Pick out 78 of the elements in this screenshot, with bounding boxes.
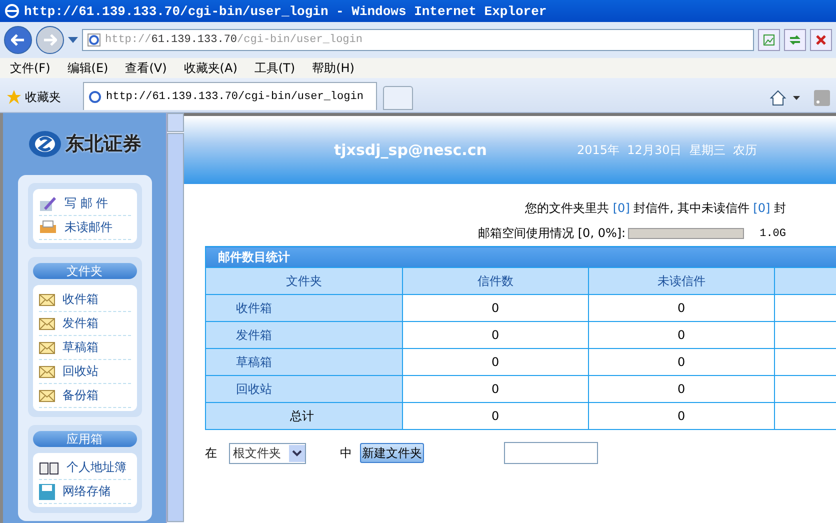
- pen-icon: [38, 194, 56, 212]
- table-cell: 0: [588, 348, 774, 376]
- envelope-icon: [38, 366, 54, 378]
- close-icon: [816, 35, 826, 45]
- address-field[interactable]: http://61.139.133.70/cgi-bin/user_login: [82, 29, 754, 51]
- table-cell: 0: [402, 348, 588, 376]
- folder-cell: 收件箱: [206, 294, 402, 322]
- forward-button[interactable]: [36, 26, 64, 54]
- table-cell: 0: [588, 376, 774, 402]
- envelope-icon: [38, 390, 54, 402]
- sidebar-item[interactable]: 写 邮 件: [38, 192, 130, 216]
- table-cell: 0: [402, 322, 588, 348]
- sidebar-item[interactable]: 未读邮件: [38, 216, 130, 240]
- envelope-icon: [38, 342, 54, 354]
- compatibility-view-button[interactable]: [758, 29, 780, 51]
- right-arrow-icon: [43, 34, 57, 46]
- section-title: 文件夹: [32, 263, 136, 279]
- sidebar-item[interactable]: 个人地址簿: [38, 456, 130, 480]
- menu-item[interactable]: 文件(F): [10, 60, 50, 76]
- refresh-button[interactable]: [784, 29, 806, 51]
- table-title: 邮件数目统计: [206, 246, 836, 268]
- sidebar-item[interactable]: 网络存储: [38, 480, 130, 504]
- sidebar-item[interactable]: 回收站: [38, 360, 130, 384]
- usage-label: 邮箱空间使用情况 [0, 0%]:: [478, 225, 626, 242]
- envelope-icon: [38, 294, 54, 306]
- form-label: 中: [340, 444, 352, 462]
- envelope-icon: [38, 318, 54, 330]
- user-email: tjxsdj_sp@nesc.cn: [334, 141, 488, 159]
- folder-cell: 回收站: [206, 376, 402, 402]
- folder-cell: 发件箱: [206, 322, 402, 348]
- date-text: 2015年 12月30日 星期三 农历: [577, 142, 757, 158]
- capacity-text: 1.0G: [760, 228, 786, 240]
- menu-item[interactable]: 收藏夹(A): [184, 60, 238, 76]
- folder-name-field[interactable]: [504, 442, 598, 464]
- sidebar-item[interactable]: 草稿箱: [38, 336, 130, 360]
- form-label: 在: [205, 444, 217, 462]
- table-cell: 0: [402, 402, 588, 430]
- sidebar-item[interactable]: 发件箱: [38, 312, 130, 336]
- book-icon: [38, 460, 58, 474]
- total-cell: 总计: [206, 402, 402, 430]
- table-cell: 0: [588, 294, 774, 322]
- folder-select[interactable]: 根文件夹: [229, 442, 306, 464]
- browser-tab[interactable]: http://61.139.133.70/cgi-bin/user_login: [83, 82, 377, 110]
- table-cell: 0: [402, 294, 588, 322]
- back-button[interactable]: [4, 26, 32, 54]
- table-cell: 0: [588, 402, 774, 430]
- home-icon[interactable]: [769, 89, 787, 107]
- brand-logo: 东北证券: [66, 132, 142, 157]
- menu-item[interactable]: 帮助(H): [312, 60, 354, 76]
- logo-icon: [28, 130, 62, 158]
- menu-item[interactable]: 工具(T): [254, 60, 296, 76]
- table-cell: 0: [588, 322, 774, 348]
- menu-item[interactable]: 编辑(E): [67, 60, 108, 76]
- favorites-button[interactable]: 收藏夹: [6, 84, 61, 110]
- dropdown-icon[interactable]: [793, 96, 800, 100]
- menu-item[interactable]: 查看(V): [125, 60, 167, 76]
- column-header: 信件数: [402, 268, 588, 294]
- page-icon: [87, 33, 101, 47]
- page-icon: [88, 90, 102, 104]
- scrollbar[interactable]: [166, 113, 184, 523]
- new-folder-button[interactable]: 新建文件夹: [360, 443, 424, 463]
- column-header: 未读信件: [588, 268, 774, 294]
- section-title: 应用箱: [32, 431, 136, 447]
- window-title: http://61.139.133.70/cgi-bin/user_login - Windows Internet Explorer: [24, 4, 547, 18]
- column-header: 文件夹: [206, 268, 402, 294]
- stop-button[interactable]: [810, 29, 832, 51]
- dropdown-icon: [289, 444, 305, 462]
- dropdown-icon[interactable]: [68, 37, 78, 43]
- sidebar-item[interactable]: 备份箱: [38, 384, 130, 408]
- left-arrow-icon: [11, 34, 25, 46]
- folder-cell: 草稿箱: [206, 348, 402, 376]
- browser-logo-icon: [4, 3, 20, 19]
- star-icon: [6, 89, 22, 105]
- refresh-icon: [789, 34, 801, 46]
- table-cell: 0: [402, 376, 588, 402]
- mail-count-text: 您的文件夹里共 [0] 封信件, 其中未读信件 [0] 封: [525, 200, 786, 217]
- sidebar-item[interactable]: 收件箱: [38, 288, 130, 312]
- picture-frame-icon: [763, 34, 775, 46]
